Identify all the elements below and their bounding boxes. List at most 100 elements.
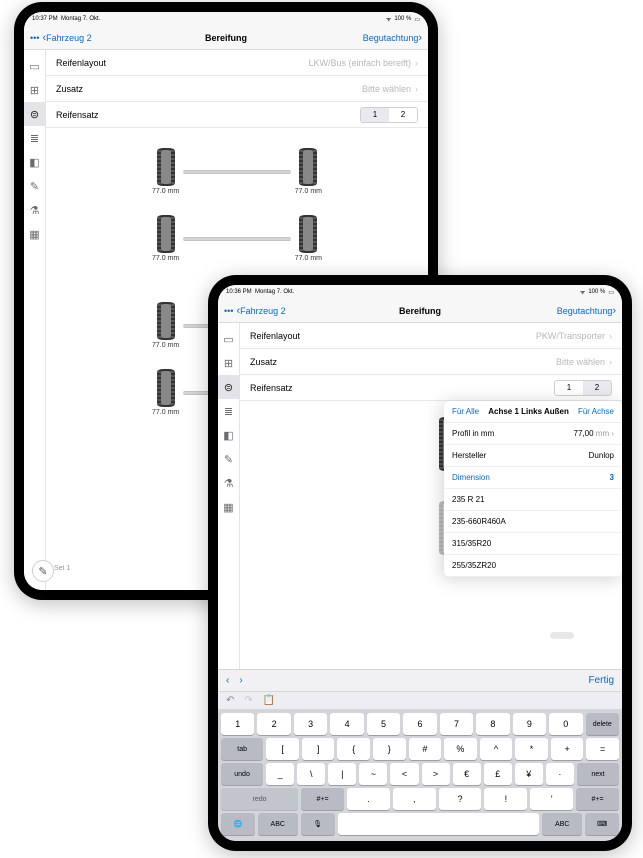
key-percent[interactable]: % xyxy=(444,738,477,760)
back-button-2[interactable]: ‹Fahrzeug 2 xyxy=(236,305,285,317)
sidebar2-item-6[interactable]: ✎ xyxy=(218,447,239,471)
key-period[interactable]: . xyxy=(347,788,390,810)
pop-for-all[interactable]: Für Alle xyxy=(452,407,479,416)
sidebar2-item-1[interactable]: ▭ xyxy=(218,327,239,351)
key-3[interactable]: 3 xyxy=(294,713,327,735)
kb-done[interactable]: Fertig xyxy=(588,675,614,686)
key-backslash[interactable]: \ xyxy=(297,763,325,785)
kb-prev[interactable]: ‹ xyxy=(226,675,229,686)
tire-a1-right[interactable]: 77.0 mm xyxy=(295,148,322,195)
undo-icon[interactable]: ↶ xyxy=(226,695,234,706)
pop-hersteller[interactable]: Hersteller Dunlop xyxy=(444,445,622,467)
key-apos[interactable]: ' xyxy=(530,788,573,810)
key-exclaim[interactable]: ! xyxy=(484,788,527,810)
key-redo[interactable]: redo xyxy=(221,788,298,810)
key-space[interactable] xyxy=(338,813,540,835)
kb-next[interactable]: › xyxy=(239,675,242,686)
key-question[interactable]: ? xyxy=(439,788,482,810)
tire-a4-left[interactable]: 77.0 mm xyxy=(152,369,179,416)
sidebar2-item-5[interactable]: ◧ xyxy=(218,423,239,447)
key-plus[interactable]: + xyxy=(551,738,584,760)
forward-button-2[interactable]: Begutachtung› xyxy=(557,305,616,317)
key-comma[interactable]: , xyxy=(393,788,436,810)
sidebar-item-6[interactable]: ✎ xyxy=(24,174,45,198)
sidebar-item-7[interactable]: ⚗ xyxy=(24,198,45,222)
key-euro[interactable]: € xyxy=(453,763,481,785)
row-zusatz[interactable]: Zusatz Bitte wählen› xyxy=(46,76,428,102)
sidebar2-item-8[interactable]: ▦ xyxy=(218,495,239,519)
pop-opt-1[interactable]: 235-660R460A xyxy=(444,511,622,533)
redo-icon[interactable]: ↷ xyxy=(244,695,252,706)
reifensatz-segment[interactable]: 1 2 xyxy=(360,107,418,123)
sidebar-item-2[interactable]: ⊞ xyxy=(24,78,45,102)
sidebar-item-4[interactable]: ≣ xyxy=(24,126,45,150)
tire-a2-right[interactable]: 77.0 mm xyxy=(295,215,322,262)
nav-bar-2: ••• ‹Fahrzeug 2 Bereifung Begutachtung› xyxy=(218,299,622,323)
key-hash[interactable]: # xyxy=(409,738,442,760)
row2-zusatz[interactable]: Zusatz Bitte wählen› xyxy=(240,349,622,375)
key-1[interactable]: 1 xyxy=(221,713,254,735)
key-abc-r[interactable]: ABC xyxy=(542,813,582,835)
pop-profil[interactable]: Profil in mm 77,00 mm › xyxy=(444,423,622,445)
key-yen[interactable]: ¥ xyxy=(515,763,543,785)
row-reifenlayout[interactable]: Reifenlayout LKW/Bus (einfach bereift)› xyxy=(46,50,428,76)
sidebar-item-8[interactable]: ▦ xyxy=(24,222,45,246)
pop-dimension[interactable]: Dimension 3 xyxy=(444,467,622,489)
key-7[interactable]: 7 xyxy=(440,713,473,735)
key-equals[interactable]: = xyxy=(586,738,619,760)
key-sym-r[interactable]: #+= xyxy=(576,788,619,810)
sidebar2-item-tires[interactable]: ⊜ xyxy=(218,375,239,399)
key-abc-l[interactable]: ABC xyxy=(258,813,298,835)
key-star[interactable]: * xyxy=(515,738,548,760)
key-pound[interactable]: £ xyxy=(484,763,512,785)
key-sym-l[interactable]: #+= xyxy=(301,788,344,810)
sidebar-item-1[interactable]: ▭ xyxy=(24,54,45,78)
pop-for-axle[interactable]: Für Achse xyxy=(578,407,614,416)
key-globe[interactable]: 🌐 xyxy=(221,813,255,835)
tire-a2-left[interactable]: 77.0 mm xyxy=(152,215,179,262)
more-button[interactable]: ••• xyxy=(30,33,39,43)
sidebar2-item-7[interactable]: ⚗ xyxy=(218,471,239,495)
key-gt[interactable]: > xyxy=(422,763,450,785)
reifensatz-segment-2[interactable]: 1 2 xyxy=(554,380,612,396)
key-0[interactable]: 0 xyxy=(549,713,582,735)
key-lt[interactable]: < xyxy=(390,763,418,785)
key-mic[interactable]: 🎙 xyxy=(301,813,335,835)
key-caret[interactable]: ^ xyxy=(480,738,513,760)
more-button-2[interactable]: ••• xyxy=(224,306,233,316)
key-rbracket[interactable]: ] xyxy=(302,738,335,760)
back-button[interactable]: ‹Fahrzeug 2 xyxy=(42,32,91,44)
key-tilde[interactable]: ~ xyxy=(359,763,387,785)
key-delete[interactable]: delete xyxy=(586,713,619,735)
pop-opt-3[interactable]: 255/35ZR20 xyxy=(444,555,622,577)
key-6[interactable]: 6 xyxy=(403,713,436,735)
key-2[interactable]: 2 xyxy=(257,713,290,735)
key-5[interactable]: 5 xyxy=(367,713,400,735)
sidebar-item-5[interactable]: ◧ xyxy=(24,150,45,174)
edit-fab[interactable]: ✎ xyxy=(32,560,54,582)
paste-icon[interactable]: 📋 xyxy=(263,695,275,706)
key-rbrace[interactable]: } xyxy=(373,738,406,760)
key-underscore[interactable]: _ xyxy=(266,763,294,785)
key-8[interactable]: 8 xyxy=(476,713,509,735)
key-undo[interactable]: undo xyxy=(221,763,263,785)
row2-reifenlayout[interactable]: Reifenlayout PKW/Transporter› xyxy=(240,323,622,349)
key-pipe[interactable]: | xyxy=(328,763,356,785)
tire-a3-left[interactable]: 77.0 mm xyxy=(152,302,179,349)
key-9[interactable]: 9 xyxy=(513,713,546,735)
forward-button[interactable]: Begutachtung› xyxy=(363,32,422,44)
key-dot[interactable]: · xyxy=(546,763,574,785)
pop-opt-2[interactable]: 315/35R20 xyxy=(444,533,622,555)
key-4[interactable]: 4 xyxy=(330,713,363,735)
key-lbracket[interactable]: [ xyxy=(266,738,299,760)
key-hide-kb[interactable]: ⌨ xyxy=(585,813,619,835)
tire-a1-left[interactable]: 77.0 mm xyxy=(152,148,179,195)
key-tab[interactable]: tab xyxy=(221,738,263,760)
sidebar2-item-2[interactable]: ⊞ xyxy=(218,351,239,375)
set-label: Set 1 xyxy=(54,565,70,572)
sidebar2-item-4[interactable]: ≣ xyxy=(218,399,239,423)
key-next[interactable]: next xyxy=(577,763,619,785)
sidebar-item-tires[interactable]: ⊜ xyxy=(24,102,45,126)
pop-opt-0[interactable]: 235 R 21 xyxy=(444,489,622,511)
key-lbrace[interactable]: { xyxy=(337,738,370,760)
